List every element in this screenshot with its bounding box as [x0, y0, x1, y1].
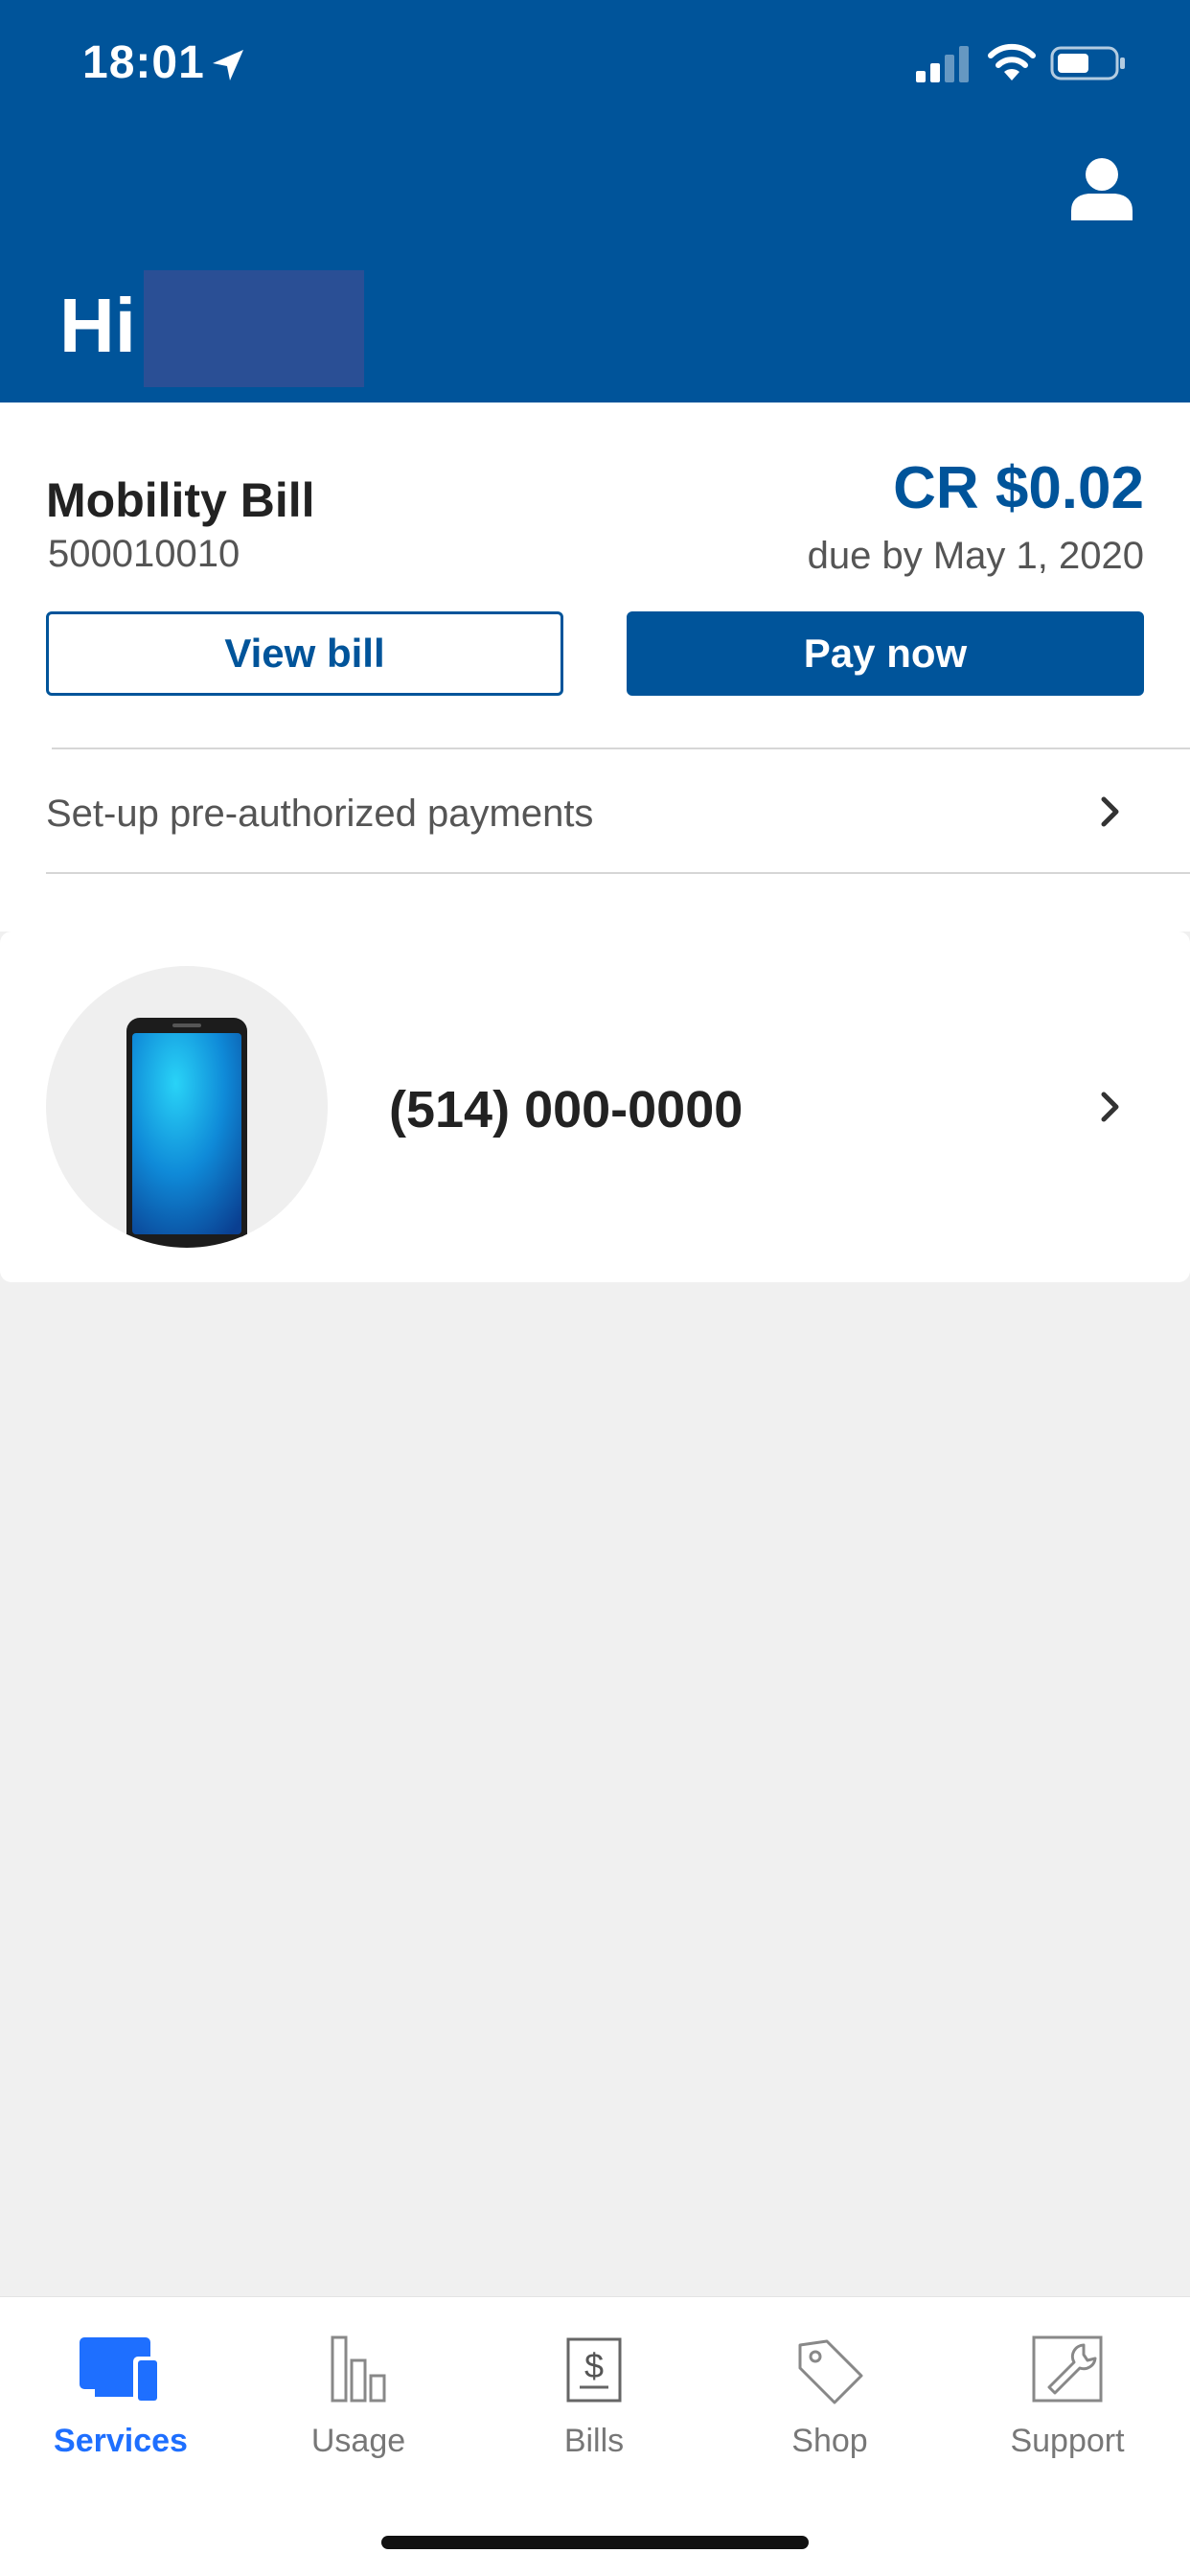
- bill-amount: CR $0.02: [893, 455, 1144, 521]
- greeting-text: Hi: [59, 283, 136, 368]
- tab-bills[interactable]: $ Bills: [479, 2332, 709, 2466]
- cellular-signal-icon: [916, 46, 969, 82]
- location-arrow-icon: [213, 50, 243, 80]
- preauthorized-payments-row[interactable]: Set-up pre-authorized payments: [0, 748, 1190, 872]
- chevron-right-icon: [1101, 796, 1119, 827]
- tab-usage[interactable]: Usage: [243, 2332, 473, 2466]
- bill-due-date: due by May 1, 2020: [807, 535, 1144, 577]
- tab-label: Usage: [310, 2423, 406, 2459]
- bottom-tab-bar: Services Usage $ Bills Shop Support: [0, 2296, 1190, 2576]
- tab-shop[interactable]: Shop: [715, 2332, 945, 2466]
- tab-label: Services: [54, 2423, 188, 2459]
- phone-number: (514) 000-0000: [389, 1081, 744, 1138]
- bills-icon: $: [566, 2337, 622, 2403]
- support-icon: [1032, 2335, 1103, 2403]
- tab-support[interactable]: Support: [952, 2332, 1182, 2466]
- tab-services[interactable]: Services: [6, 2332, 236, 2466]
- phone-device-image: [46, 966, 328, 1248]
- profile-icon[interactable]: [1069, 157, 1134, 220]
- chevron-right-icon: [1101, 1092, 1119, 1122]
- status-bar: 18:01: [0, 0, 1190, 134]
- status-time: 18:01: [82, 37, 205, 88]
- pay-now-button[interactable]: Pay now: [627, 611, 1144, 696]
- bill-title: Mobility Bill: [46, 473, 315, 527]
- divider: [46, 872, 1190, 874]
- app-header: 18:01 Hi: [0, 0, 1190, 402]
- phone-line-card[interactable]: (514) 000-0000: [0, 932, 1190, 1282]
- battery-icon: [1050, 46, 1125, 80]
- tab-label: Bills: [563, 2423, 625, 2459]
- smartphone-icon: [126, 1018, 247, 1248]
- account-number: 500010010: [48, 533, 240, 575]
- usage-icon: [331, 2335, 386, 2403]
- home-indicator[interactable]: [381, 2536, 809, 2549]
- mobility-bill-card: Mobility Bill 500010010 CR $0.02 due by …: [0, 402, 1190, 932]
- svg-text:$: $: [584, 2346, 604, 2385]
- view-bill-button[interactable]: View bill: [46, 611, 563, 696]
- preauthorized-payments-label: Set-up pre-authorized payments: [46, 793, 594, 835]
- tab-label: Shop: [791, 2423, 868, 2459]
- tab-label: Support: [1010, 2423, 1125, 2459]
- services-icon: [80, 2337, 162, 2404]
- shop-icon: [798, 2339, 863, 2404]
- redacted-name: [144, 270, 364, 387]
- wifi-icon: [988, 43, 1036, 80]
